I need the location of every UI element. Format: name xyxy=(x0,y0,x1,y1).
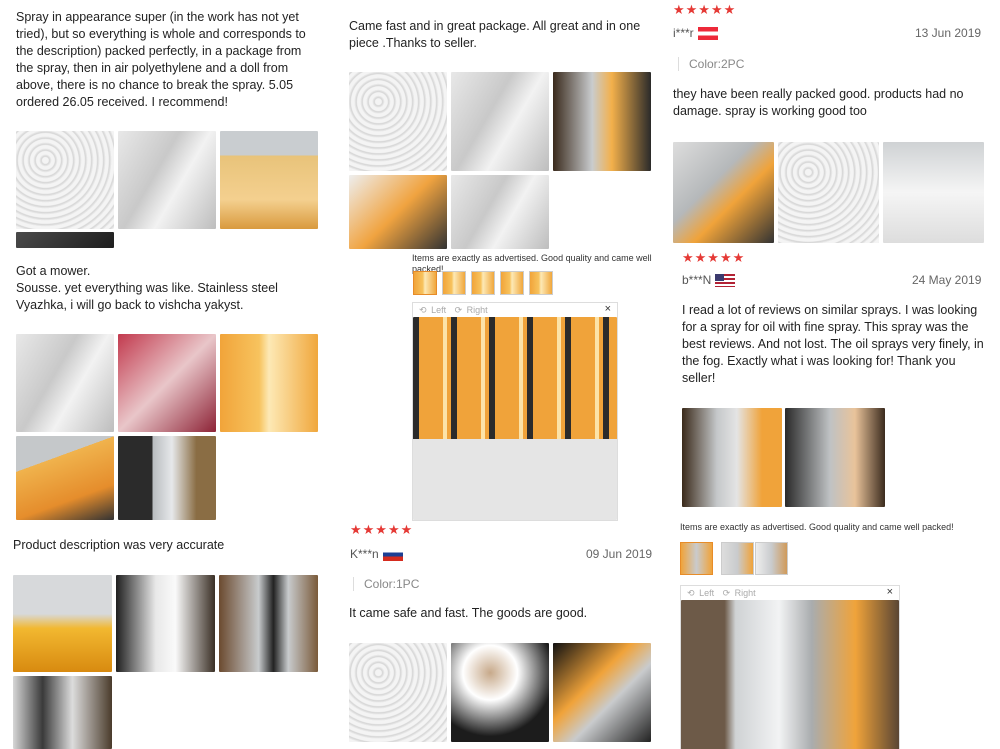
thumbnail[interactable] xyxy=(529,271,553,295)
review-photo[interactable] xyxy=(13,575,112,672)
rating-stars: ★★★★★ xyxy=(673,2,737,17)
thumbnail[interactable] xyxy=(413,271,437,295)
review-photo[interactable] xyxy=(349,72,447,171)
image-viewer: ⟲ Left ⟳ Right × xyxy=(680,585,900,749)
review-photo[interactable] xyxy=(451,72,549,171)
reviewer-name: b***N xyxy=(682,273,736,288)
review-photo[interactable] xyxy=(349,175,447,249)
rotate-left-label[interactable]: Left xyxy=(431,303,446,317)
thumbnail[interactable] xyxy=(500,271,524,295)
rating-stars: ★★★★★ xyxy=(350,522,414,537)
review-photo[interactable] xyxy=(16,232,114,248)
review-photo[interactable] xyxy=(553,643,651,742)
flag-icon xyxy=(697,27,718,41)
thumbnail[interactable] xyxy=(680,542,713,575)
rotate-right-icon[interactable]: ⟳ xyxy=(455,303,463,317)
rotate-right-label[interactable]: Right xyxy=(467,303,488,317)
review-photo[interactable] xyxy=(883,142,984,243)
rotate-right-label[interactable]: Right xyxy=(735,586,756,600)
review-column-3: ★★★★★ i***r 13 Jun 2019 Color:2PC they h… xyxy=(665,0,1000,749)
review-photo[interactable] xyxy=(778,142,879,243)
review-photo[interactable] xyxy=(16,131,114,229)
review-photo[interactable] xyxy=(16,436,114,520)
reviewer-name: K***n xyxy=(350,547,403,562)
review-photo[interactable] xyxy=(118,131,216,229)
review-date: 24 May 2019 xyxy=(912,273,982,287)
flag-icon xyxy=(382,548,403,562)
review-text: It came safe and fast. The goods are goo… xyxy=(349,606,588,620)
thumbnail[interactable] xyxy=(471,271,495,295)
review-date: 13 Jun 2019 xyxy=(915,26,982,40)
rotate-left-label[interactable]: Left xyxy=(699,586,714,600)
review-photo[interactable] xyxy=(451,643,549,742)
image-viewer: ⟲ Left ⟳ Right × xyxy=(412,302,618,521)
close-icon[interactable]: × xyxy=(887,586,893,598)
review-column-1: Spray in appearance super (in the work h… xyxy=(0,0,335,749)
review-text: Got a mower. Sousse. yet everything was … xyxy=(16,264,278,312)
thumbnail[interactable] xyxy=(755,542,788,575)
rotate-left-icon[interactable]: ⟲ xyxy=(687,586,695,600)
review-photo[interactable] xyxy=(118,334,216,432)
product-color: Color:1PC xyxy=(353,577,419,591)
review-photo[interactable] xyxy=(16,334,114,432)
rotate-left-icon[interactable]: ⟲ xyxy=(419,303,427,317)
review-text: I read a lot of reviews on similar spray… xyxy=(682,303,984,385)
review-photo[interactable] xyxy=(220,131,318,229)
review-photo[interactable] xyxy=(682,408,782,507)
review-photo[interactable] xyxy=(349,643,447,742)
review-photo[interactable] xyxy=(785,408,885,507)
reviewer-name: i***r xyxy=(673,26,718,41)
thumbnail[interactable] xyxy=(442,271,466,295)
review-date: 09 Jun 2019 xyxy=(586,547,653,561)
viewer-toolbar: ⟲ Left ⟳ Right xyxy=(413,303,617,317)
review-text: they have been really packed good. produ… xyxy=(673,87,964,118)
viewer-image xyxy=(681,600,899,749)
flag-icon xyxy=(715,274,736,288)
rating-stars: ★★★★★ xyxy=(682,250,746,265)
viewer-toolbar: ⟲ Left ⟳ Right xyxy=(681,586,899,600)
review-photo[interactable] xyxy=(219,575,318,672)
review-text: Spray in appearance super (in the work h… xyxy=(16,10,306,109)
rotate-right-icon[interactable]: ⟳ xyxy=(723,586,731,600)
review-column-2: Came fast and in great package. All grea… xyxy=(335,0,665,749)
caption: Items are exactly as advertised. Good qu… xyxy=(680,522,954,532)
review-photo[interactable] xyxy=(553,72,651,171)
thumbnail[interactable] xyxy=(721,542,754,575)
review-text: Came fast and in great package. All grea… xyxy=(349,19,641,50)
viewer-image xyxy=(413,317,617,520)
close-icon[interactable]: × xyxy=(605,303,611,315)
review-photo[interactable] xyxy=(220,334,318,432)
review-photo[interactable] xyxy=(13,676,112,749)
product-color: Color:2PC xyxy=(678,57,744,71)
review-photo[interactable] xyxy=(673,142,774,243)
review-photo[interactable] xyxy=(451,175,549,249)
review-photo[interactable] xyxy=(116,575,215,672)
review-photo[interactable] xyxy=(118,436,216,520)
review-text: Product description was very accurate xyxy=(13,538,225,552)
